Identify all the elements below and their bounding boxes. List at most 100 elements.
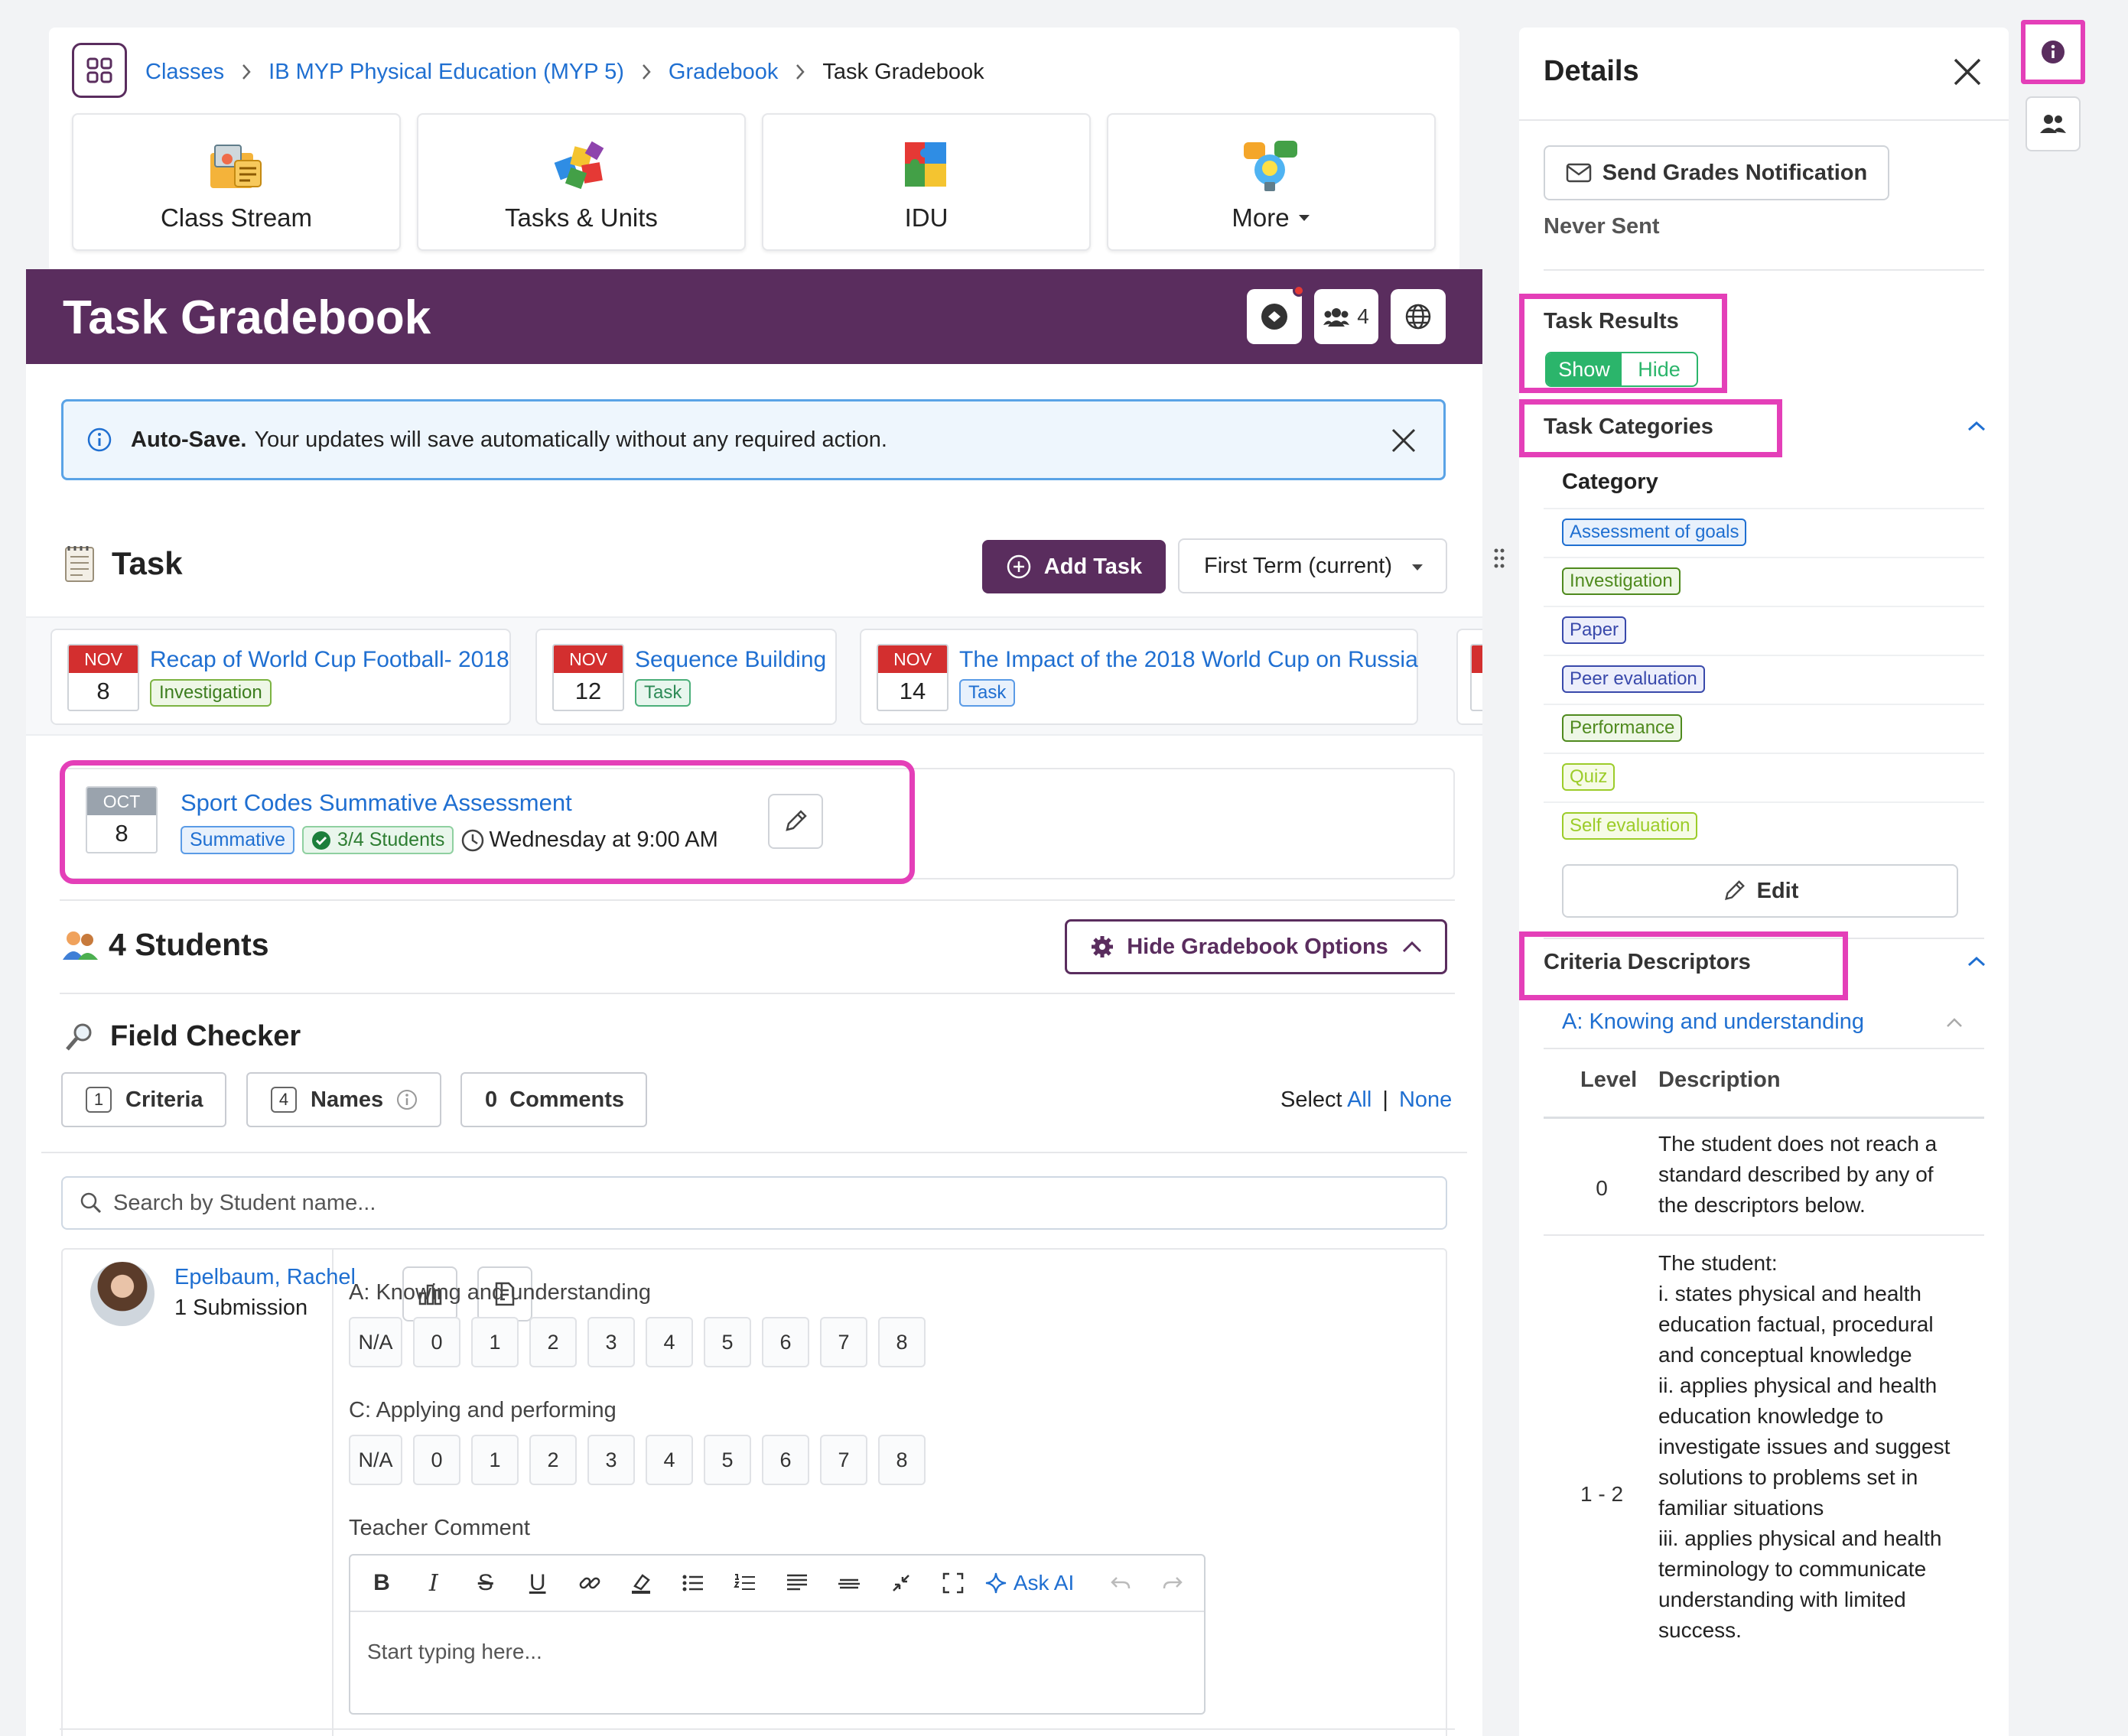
- level-button[interactable]: 1: [471, 1435, 519, 1485]
- sparkle-icon: [985, 1572, 1007, 1594]
- level-button[interactable]: 3: [587, 1317, 635, 1367]
- student-name[interactable]: Epelbaum, Rachel: [174, 1265, 356, 1290]
- tile-label: More: [1232, 203, 1310, 232]
- category-row: Assessment of goals: [1544, 508, 1984, 557]
- students-icon: [63, 931, 98, 960]
- level-button[interactable]: 2: [529, 1317, 577, 1367]
- add-task-label: Add Task: [1043, 554, 1143, 579]
- level-button[interactable]: 5: [704, 1435, 751, 1485]
- names-chip[interactable]: 4 Names: [246, 1072, 442, 1127]
- criteria-chip[interactable]: 1 Criteria: [61, 1072, 226, 1127]
- undo-icon[interactable]: [1100, 1562, 1141, 1604]
- task-name[interactable]: Sequence Building: [635, 647, 826, 673]
- edit-categories-button[interactable]: Edit: [1562, 864, 1958, 918]
- task-name[interactable]: Recap of World Cup Football- 2018: [150, 647, 509, 673]
- select-none-link[interactable]: None: [1399, 1087, 1452, 1112]
- students-panel-button[interactable]: [2026, 96, 2081, 151]
- chevron-up-icon[interactable]: [1946, 1017, 1963, 1028]
- level-button[interactable]: 8: [878, 1317, 926, 1367]
- close-icon[interactable]: [1952, 57, 1983, 87]
- descriptor-level: 1 - 2: [1580, 1482, 1624, 1506]
- bold-icon[interactable]: B: [361, 1562, 402, 1604]
- chevron-right-icon: [796, 64, 805, 80]
- level-button[interactable]: 6: [762, 1435, 809, 1485]
- task-name[interactable]: The Impact of the 2018 World Cup on Russ…: [959, 647, 1418, 673]
- bullet-list-icon[interactable]: [672, 1562, 714, 1604]
- details-toggle-button[interactable]: [2021, 20, 2085, 84]
- fullscreen-icon[interactable]: [932, 1562, 974, 1604]
- resize-handle-icon[interactable]: [1493, 548, 1505, 569]
- field-checker-title: Field Checker: [110, 1020, 301, 1052]
- tile-class-stream[interactable]: Class Stream: [72, 113, 401, 251]
- level-button[interactable]: 0: [413, 1435, 460, 1485]
- task-card[interactable]: NOV 8 Recap of World Cup Football- 2018 I…: [50, 629, 511, 725]
- chevron-up-icon[interactable]: [1967, 421, 1986, 431]
- level-button[interactable]: N/A: [349, 1317, 402, 1367]
- messages-button[interactable]: [1247, 284, 1305, 344]
- italic-icon[interactable]: I: [413, 1562, 454, 1604]
- horizontal-rule-icon[interactable]: [828, 1562, 870, 1604]
- level-button[interactable]: 6: [762, 1317, 809, 1367]
- redo-icon[interactable]: [1152, 1562, 1193, 1604]
- task-card-partial[interactable]: [1456, 629, 1482, 725]
- highlight-icon[interactable]: [621, 1562, 662, 1604]
- notification-status: Never Sent: [1544, 214, 1660, 239]
- due-date: Wednesday at 9:00 AM: [489, 827, 718, 852]
- edit-task-button[interactable]: [768, 794, 823, 849]
- groups-button[interactable]: 4: [1314, 289, 1378, 344]
- selected-task-name[interactable]: Sport Codes Summative Assessment: [181, 789, 572, 817]
- select-all-link[interactable]: All: [1347, 1087, 1371, 1112]
- level-button[interactable]: 3: [587, 1435, 635, 1485]
- ask-ai-button[interactable]: Ask AI: [984, 1571, 1074, 1595]
- apps-grid-button[interactable]: [72, 43, 127, 98]
- level-button[interactable]: 0: [413, 1317, 460, 1367]
- strikethrough-icon[interactable]: S: [465, 1562, 506, 1604]
- class-navigation-card: Classes IB MYP Physical Education (MYP 5…: [49, 28, 1459, 272]
- comment-input[interactable]: Start typing here...: [367, 1640, 542, 1664]
- level-button[interactable]: N/A: [349, 1435, 402, 1485]
- numbered-list-icon[interactable]: [724, 1562, 766, 1604]
- category-pill: Assessment of goals: [1562, 519, 1747, 546]
- divider: [1544, 269, 1984, 271]
- submission-badge: 3/4 Students: [302, 826, 454, 854]
- gradebook-options-toggle[interactable]: Hide Gradebook Options: [1065, 919, 1447, 974]
- category-row: Peer evaluation: [1544, 655, 1984, 704]
- breadcrumb: Classes IB MYP Physical Education (MYP 5…: [145, 55, 984, 89]
- level-button[interactable]: 2: [529, 1435, 577, 1485]
- task-card[interactable]: NOV 14 The Impact of the 2018 World Cup o…: [860, 629, 1418, 725]
- add-task-button[interactable]: Add Task: [982, 540, 1166, 593]
- tile-tasks-units[interactable]: Tasks & Units: [417, 113, 746, 251]
- align-icon[interactable]: [776, 1562, 818, 1604]
- breadcrumb-class[interactable]: IB MYP Physical Education (MYP 5): [268, 60, 624, 85]
- send-grades-notification-button[interactable]: Send Grades Notification: [1544, 145, 1889, 200]
- level-button[interactable]: 4: [646, 1317, 693, 1367]
- submission-count: 1 Submission: [174, 1295, 308, 1320]
- level-button[interactable]: 4: [646, 1435, 693, 1485]
- breadcrumb-classes[interactable]: Classes: [145, 60, 224, 85]
- tile-idu[interactable]: IDU: [762, 113, 1091, 251]
- underline-icon[interactable]: U: [517, 1562, 558, 1604]
- details-title: Details: [1544, 55, 1639, 87]
- task-card[interactable]: NOV 12 Sequence Building Task: [535, 629, 837, 725]
- gradebook-panel: Task Gradebook 4 Auto-Save. Your updates…: [26, 269, 1482, 1736]
- level-button[interactable]: 5: [704, 1317, 751, 1367]
- breadcrumb-gradebook[interactable]: Gradebook: [669, 60, 779, 85]
- comment-editor: B I S U Ask AI Start typing here...: [349, 1554, 1206, 1715]
- level-button[interactable]: 7: [820, 1317, 867, 1367]
- close-icon[interactable]: [1390, 427, 1417, 454]
- comments-chip[interactable]: 0 Comments: [460, 1072, 647, 1127]
- tile-more[interactable]: More: [1107, 113, 1436, 251]
- level-button[interactable]: 7: [820, 1435, 867, 1485]
- student-search-input[interactable]: Search by Student name...: [61, 1176, 1447, 1230]
- category-badge: Task: [635, 679, 691, 707]
- date-badge: NOV 12: [552, 644, 624, 711]
- chevron-up-icon[interactable]: [1967, 956, 1986, 967]
- term-select[interactable]: First Term (current): [1178, 538, 1447, 593]
- level-button[interactable]: 8: [878, 1435, 926, 1485]
- collapse-icon[interactable]: [880, 1562, 922, 1604]
- level-button[interactable]: 1: [471, 1317, 519, 1367]
- link-icon[interactable]: [569, 1562, 610, 1604]
- select-label: Select: [1280, 1087, 1342, 1112]
- criterion-accordion[interactable]: A: Knowing and understanding: [1562, 1009, 1864, 1035]
- language-button[interactable]: [1391, 289, 1446, 344]
